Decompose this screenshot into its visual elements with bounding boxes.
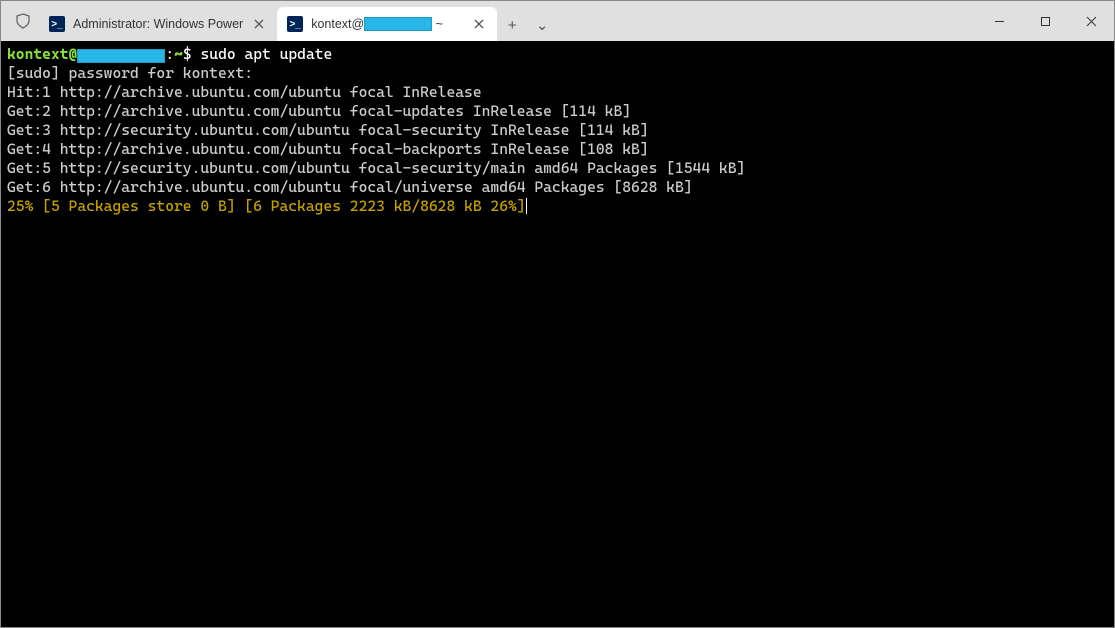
tab-wsl-kontext[interactable]: >_ kontext@ ~ (277, 7, 497, 41)
output-line: Get:4 http://archive.ubuntu.com/ubuntu f… (7, 140, 649, 158)
output-line: Get:6 http://archive.ubuntu.com/ubuntu f… (7, 178, 693, 196)
maximize-button[interactable] (1022, 1, 1068, 41)
powershell-icon: >_ (49, 16, 65, 32)
plus-icon: + (508, 17, 517, 34)
progress-line: 25% [5 Packages store 0 B] [6 Packages 2… (7, 197, 526, 215)
title-bar: >_ Administrator: Windows Power >_ konte… (1, 1, 1114, 41)
tab-title: kontext@ ~ (311, 17, 463, 32)
close-tab-button[interactable] (251, 16, 267, 32)
terminal-output[interactable]: kontext@:~$ sudo apt update [sudo] passw… (1, 41, 1114, 627)
tab-title: Administrator: Windows Power (73, 17, 243, 31)
tab-powershell-admin[interactable]: >_ Administrator: Windows Power (39, 7, 277, 41)
prompt-path: ~ (174, 45, 183, 63)
output-line: Hit:1 http://archive.ubuntu.com/ubuntu f… (7, 83, 482, 101)
close-window-button[interactable] (1068, 1, 1114, 41)
output-line: Get:5 http://security.ubuntu.com/ubuntu … (7, 159, 745, 177)
minimize-button[interactable] (976, 1, 1022, 41)
prompt-colon: : (165, 45, 174, 63)
close-tab-button[interactable] (471, 16, 487, 32)
window-controls (976, 1, 1114, 41)
chevron-down-icon: ⌄ (536, 16, 549, 34)
redacted-hostname (364, 17, 432, 31)
command-text: sudo apt update (201, 45, 333, 63)
tab-dropdown-button[interactable]: ⌄ (527, 9, 557, 41)
powershell-icon: >_ (287, 16, 303, 32)
text-cursor (526, 198, 527, 214)
output-line: [sudo] password for kontext: (7, 64, 253, 82)
uac-shield-icon (7, 1, 39, 41)
new-tab-button[interactable]: + (497, 9, 527, 41)
tabs-area: >_ Administrator: Windows Power >_ konte… (1, 1, 557, 41)
redacted-hostname (77, 49, 165, 63)
output-line: Get:3 http://security.ubuntu.com/ubuntu … (7, 121, 649, 139)
output-line: Get:2 http://archive.ubuntu.com/ubuntu f… (7, 102, 631, 120)
prompt-user: kontext@ (7, 45, 77, 63)
